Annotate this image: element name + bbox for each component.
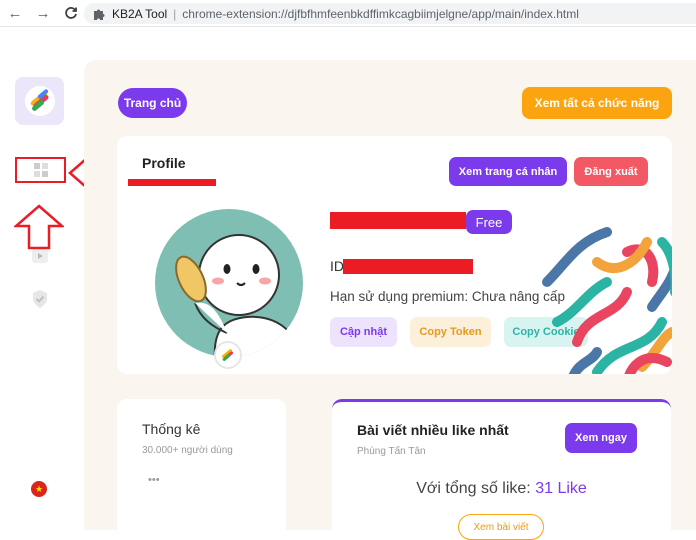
total-likes-value: 31 Like <box>535 480 587 497</box>
play-icon <box>32 249 48 263</box>
logout-button[interactable]: Đăng xuất <box>574 157 648 186</box>
redacted-username <box>128 179 216 186</box>
forward-icon[interactable]: → <box>32 2 54 24</box>
top-post-title: Bài viết nhiều like nhất <box>357 422 509 438</box>
url-text: chrome-extension://djfbfhmfeenbkdffimkca… <box>182 6 579 21</box>
back-icon[interactable]: ← <box>4 2 26 24</box>
home-button[interactable]: Trang chủ <box>118 88 187 118</box>
update-button[interactable]: Cập nhật <box>330 317 397 347</box>
address-bar[interactable]: KB2A Tool | chrome-extension://djfbfhmfe… <box>84 3 696 24</box>
stats-card: Thống kê 30.000+ người dùng ••• <box>117 399 286 539</box>
language-flag-icon[interactable]: ★ <box>31 481 47 497</box>
url-separator: | <box>173 6 177 21</box>
avatar <box>155 209 303 357</box>
sidebar: ★ <box>0 27 84 530</box>
redacted-display-name <box>330 212 466 229</box>
avatar-badge-logo-icon <box>214 341 242 369</box>
profile-title: Profile <box>142 155 186 171</box>
shield-check-icon <box>33 290 47 308</box>
dashboard-nav-item[interactable] <box>15 157 66 183</box>
view-profile-button[interactable]: Xem trang cá nhân <box>449 157 567 186</box>
profile-card: Profile Xem trang cá nhân Đăng xuất Free… <box>117 136 672 374</box>
total-likes-text: Với tổng số like: 31 Like <box>332 480 671 498</box>
decorative-pattern-icon <box>542 227 672 374</box>
grid-icon <box>33 163 48 177</box>
total-likes-prefix: Với tổng số like: <box>416 480 531 497</box>
reload-icon[interactable] <box>60 2 82 24</box>
stats-title: Thống kê <box>142 421 201 437</box>
view-post-button[interactable]: Xem bài viết <box>458 514 544 540</box>
extension-puzzle-icon <box>92 7 106 21</box>
top-post-card: Bài viết nhiều like nhất Phùng Tấn Tân X… <box>332 399 671 540</box>
view-now-button[interactable]: Xem ngay <box>565 423 637 453</box>
user-id-label: ID <box>330 258 344 274</box>
stats-more-icon[interactable]: ••• <box>148 474 160 486</box>
view-all-features-button[interactable]: Xem tất cả chức năng <box>522 87 672 119</box>
video-nav-item[interactable] <box>32 249 48 263</box>
annotation-arrow-up-icon <box>14 204 64 250</box>
security-nav-item[interactable] <box>31 289 49 309</box>
top-post-author: Phùng Tấn Tân <box>357 446 426 457</box>
stats-subtitle: 30.000+ người dùng <box>142 445 233 456</box>
browser-toolbar: ← → KB2A Tool | chrome-extension://djfbf… <box>0 0 696 27</box>
extension-name: KB2A Tool <box>112 6 168 21</box>
app-logo[interactable] <box>15 77 64 125</box>
main-content: Trang chủ Xem tất cả chức năng Profile X… <box>84 60 696 540</box>
